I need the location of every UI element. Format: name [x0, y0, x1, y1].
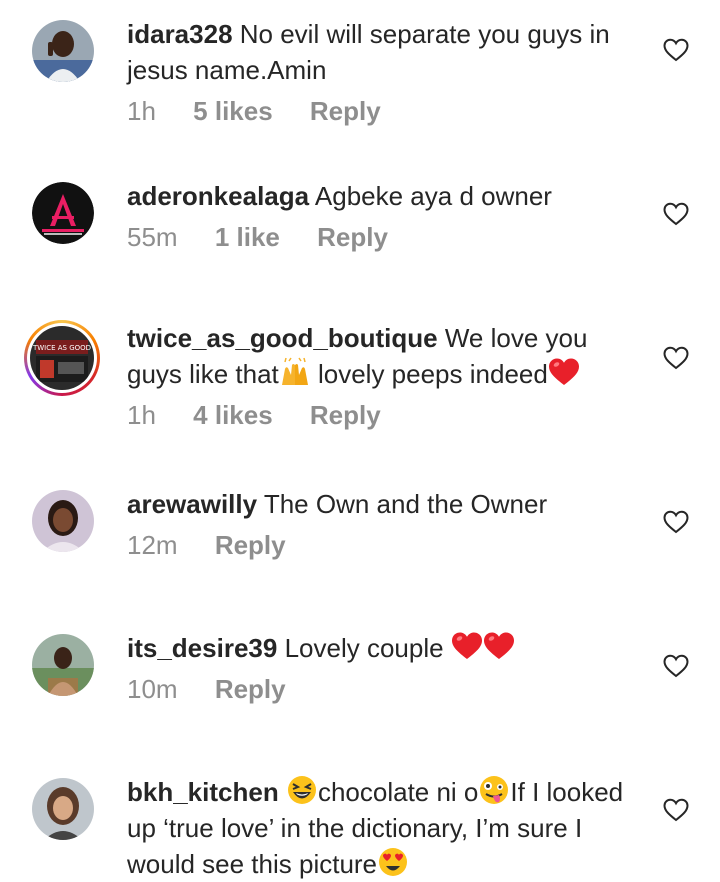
comment-username[interactable]: its_desire39	[127, 633, 277, 663]
comment-time: 1h	[127, 400, 156, 430]
comment-body-continued: lovely peeps indeed	[317, 359, 548, 389]
avatar[interactable]	[32, 490, 94, 552]
comment-item: idara328 No evil will separate you guys …	[0, 16, 720, 136]
comment-body: Agbeke aya d owner	[314, 181, 552, 211]
comment-text: idara328 No evil will separate you guys …	[127, 16, 637, 88]
avatar[interactable]	[32, 182, 94, 244]
heart-outline-icon[interactable]	[663, 346, 689, 370]
comment-likes[interactable]: 1 like	[215, 222, 280, 252]
heart-outline-icon[interactable]	[663, 798, 689, 822]
comment-time: 55m	[127, 222, 178, 252]
heart-eyes-emoji	[379, 848, 408, 876]
comment-meta: 55m 1 like Reply	[127, 222, 418, 253]
red-heart-emoji	[451, 631, 483, 661]
avatar[interactable]	[32, 20, 94, 82]
reply-button[interactable]: Reply	[310, 96, 381, 126]
comment-username[interactable]: bkh_kitchen	[127, 777, 279, 807]
comment-text: its_desire39 Lovely couple	[127, 630, 637, 666]
heart-outline-icon[interactable]	[663, 202, 689, 226]
comment-username[interactable]: twice_as_good_boutique	[127, 323, 438, 353]
red-heart-emoji	[483, 631, 515, 661]
comment-meta: 1h 4 likes Reply	[127, 400, 411, 431]
raising-hands-emoji	[281, 357, 308, 385]
red-heart-emoji	[548, 357, 580, 387]
reply-button[interactable]: Reply	[215, 530, 286, 560]
comment-text: arewawilly The Own and the Owner	[127, 486, 637, 522]
comment-item: bkh_kitchen chocolate ni o If I looked u…	[0, 774, 720, 881]
comment-time: 12m	[127, 530, 178, 560]
comment-meta: 1h 5 likes Reply	[127, 96, 411, 127]
comment-text: twice_as_good_boutique We love you guys …	[127, 320, 637, 392]
comment-body: chocolate ni o	[317, 777, 479, 807]
zany-face-emoji	[480, 776, 509, 804]
comment-username[interactable]: aderonkealaga	[127, 181, 309, 211]
heart-outline-icon[interactable]	[663, 38, 689, 62]
comment-likes[interactable]: 5 likes	[193, 96, 273, 126]
avatar[interactable]	[32, 778, 94, 840]
comment-meta: 12m Reply	[127, 530, 316, 561]
avatar[interactable]: TWICE AS GOOD	[24, 320, 100, 396]
avatar[interactable]	[32, 634, 94, 696]
comment-item: aderonkealaga Agbeke aya d owner 55m 1 l…	[0, 178, 720, 288]
comment-body: The Own and the Owner	[263, 489, 548, 519]
comment-text: bkh_kitchen chocolate ni o If I looked u…	[127, 774, 637, 882]
comment-username[interactable]: idara328	[127, 19, 233, 49]
reply-button[interactable]: Reply	[310, 400, 381, 430]
comment-time: 1h	[127, 96, 156, 126]
heart-outline-icon[interactable]	[663, 510, 689, 534]
comment-likes[interactable]: 4 likes	[193, 400, 273, 430]
reply-button[interactable]: Reply	[215, 674, 286, 704]
reply-button[interactable]: Reply	[317, 222, 388, 252]
comment-time: 10m	[127, 674, 178, 704]
heart-outline-icon[interactable]	[663, 654, 689, 678]
comment-text: aderonkealaga Agbeke aya d owner	[127, 178, 637, 214]
comment-body: Lovely couple	[284, 633, 444, 663]
comment-meta: 10m Reply	[127, 674, 316, 705]
comment-username[interactable]: arewawilly	[127, 489, 257, 519]
comment-item: its_desire39 Lovely couple 10m Reply	[0, 630, 720, 740]
grinning-squinting-emoji	[287, 776, 316, 804]
comment-item: arewawilly The Own and the Owner 12m Rep…	[0, 486, 720, 596]
svg-text:TWICE AS GOOD: TWICE AS GOOD	[32, 344, 91, 352]
comment-item: TWICE AS GOOD twice_as_good_boutique We …	[0, 320, 720, 450]
